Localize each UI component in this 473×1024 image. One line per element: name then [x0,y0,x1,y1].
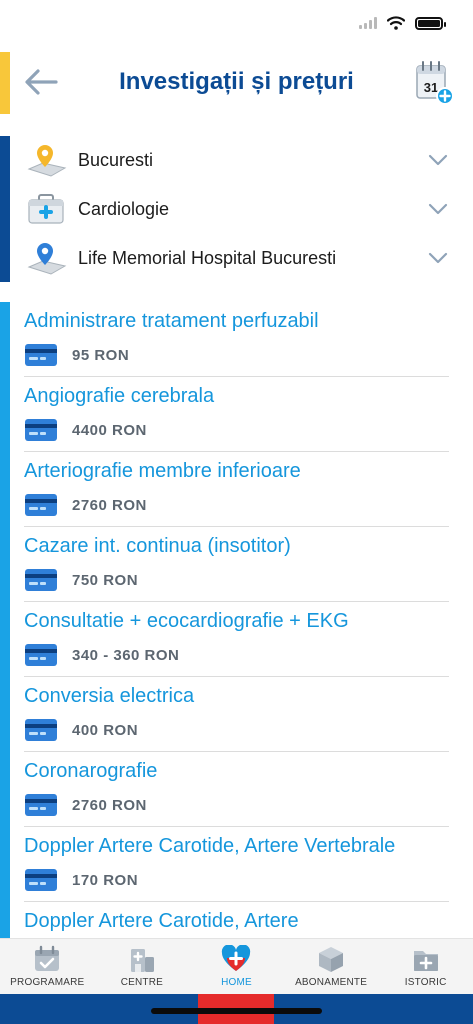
map-pin-icon [24,140,68,180]
list-item[interactable]: Angiografie cerebrala 4400 RON [24,377,449,452]
tab-programare-label: PROGRAMARE [10,977,85,988]
chevron-down-icon [427,247,449,269]
list-item[interactable]: Conversia electrica 400 RON [24,677,449,752]
item-title: Consultatie + ecocardiografie + EKG [24,610,349,632]
list-item[interactable]: Coronarografie 2760 RON [24,752,449,827]
item-title: Conversia electrica [24,685,195,707]
item-title: Angiografie cerebrala [24,385,215,407]
credit-card-icon [25,344,57,366]
investigations-list[interactable]: Administrare tratament perfuzabil 95 RON A… [0,302,473,938]
tab-programare[interactable]: PROGRAMARE [0,939,95,994]
item-title: Cazare int. continua (insotitor) [24,535,291,557]
credit-card-icon [25,494,57,516]
credit-card-icon [25,644,57,666]
item-title: Arteriografie membre inferioare [24,460,301,482]
filters-accent-bar [0,136,10,282]
price-row: 2760 RON [24,790,449,820]
list-item[interactable]: Doppler Artere Carotide, Artere Vertebra… [24,827,449,902]
item-title: Doppler Artere Carotide, Artere [24,910,299,932]
chevron-down-icon [427,198,449,220]
item-price: 2760 RON [72,496,147,514]
credit-card-icon [25,419,57,441]
credit-card-icon [25,794,57,816]
list-item[interactable]: Administrare tratament perfuzabil 95 RON [24,302,449,377]
price-row: 2760 RON [24,490,449,520]
page-title: Investigații și prețuri [119,68,354,95]
item-price: 170 RON [72,871,139,889]
status-icons [359,16,446,30]
tab-istoric-label: ISTORIC [404,977,447,988]
item-price: 4400 RON [72,421,147,439]
battery-icon [415,16,446,30]
tab-centre[interactable]: CENTRE [95,939,190,994]
package-box-icon [316,945,346,973]
list-item[interactable]: Arteriografie membre inferioare 2760 RON [24,452,449,527]
item-price: 2760 RON [72,796,147,814]
credit-card-icon [25,719,57,741]
tab-istoric[interactable]: ISTORIC [378,939,473,994]
wifi-icon [387,16,405,30]
heart-cross-icon [221,945,251,973]
price-row: 170 RON [24,865,449,895]
credit-card-icon [25,569,57,591]
filter-city[interactable]: Bucuresti [24,136,449,184]
filter-clinic-label: Life Memorial Hospital Bucuresti [78,247,337,268]
list-items: Administrare tratament perfuzabil 95 RON A… [24,302,449,938]
price-row: 95 RON [24,340,449,370]
list-accent-bar [0,302,10,938]
filter-clinic[interactable]: Life Memorial Hospital Bucuresti [24,234,449,282]
header: Investigații și prețuri 31 [0,50,473,120]
calendar-add-button[interactable]: 31 [413,58,455,106]
tab-bar: PROGRAMARE CENTRE HOME ABONAMENTE ISTORI… [0,938,473,994]
tab-abonamente-label: ABONAMENTE [295,977,368,988]
home-indicator[interactable] [151,1008,322,1014]
medical-kit-icon [24,189,68,229]
filter-city-label: Bucuresti [78,149,154,170]
item-price: 400 RON [72,721,139,739]
item-price: 750 RON [72,571,139,589]
tab-home-label: HOME [221,977,252,988]
item-title: Coronarografie [24,760,158,782]
credit-card-icon [25,869,57,891]
hospital-building-icon [127,945,157,973]
calendar-add-icon: 31 [416,61,454,105]
price-row: 340 - 360 RON [24,640,449,670]
tab-home[interactable]: HOME [189,939,284,994]
svg-text:31: 31 [424,80,438,95]
price-row: 750 RON [24,565,449,595]
filters-panel: Bucuresti Cardiologie Life Memorial Hosp… [0,136,473,282]
header-accent-bar [0,52,10,114]
list-item[interactable]: Consultatie + ecocardiografie + EKG 340 -… [24,602,449,677]
filter-specialty[interactable]: Cardiologie [24,185,449,233]
item-title: Doppler Artere Carotide, Artere Vertebra… [24,835,396,857]
item-price: 95 RON [72,346,130,364]
item-title: Administrare tratament perfuzabil [24,310,319,332]
back-button[interactable] [20,64,62,100]
chevron-down-icon [427,149,449,171]
list-item[interactable]: Cazare int. continua (insotitor) 750 RON [24,527,449,602]
arrow-left-icon [25,69,58,95]
medical-folder-icon [411,945,441,973]
status-bar [0,0,473,50]
tab-centre-label: CENTRE [120,977,164,988]
list-item[interactable]: Doppler Artere Carotide, Artere [24,902,449,938]
cellular-signal-icon [359,17,377,29]
calendar-check-icon [32,945,62,973]
location-pin-icon [24,238,68,278]
tab-abonamente[interactable]: ABONAMENTE [284,939,379,994]
price-row: 400 RON [24,715,449,745]
price-row: 4400 RON [24,415,449,445]
item-price: 340 - 360 RON [72,646,180,664]
filter-specialty-label: Cardiologie [78,198,170,219]
